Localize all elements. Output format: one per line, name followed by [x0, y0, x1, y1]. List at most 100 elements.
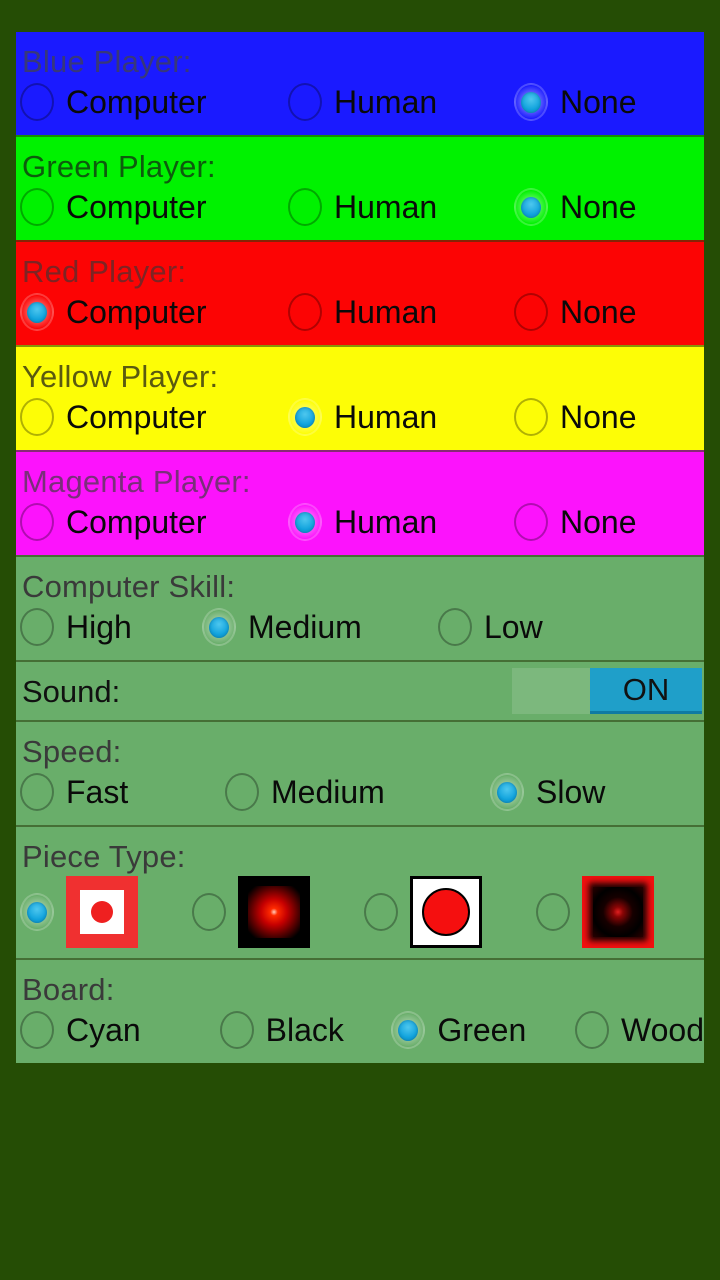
radio-icon-unselected[interactable]	[514, 503, 548, 541]
piece-swatch-red-square-black-bevel[interactable]	[582, 876, 654, 948]
yellow-player-title: Yellow Player:	[22, 359, 219, 394]
piece-type-option-2[interactable]	[192, 876, 364, 948]
sound-label: Sound:	[22, 673, 121, 709]
radio-icon-unselected[interactable]	[514, 293, 548, 331]
option-label: Human	[334, 189, 438, 225]
board-option-wood[interactable]: Wood	[574, 1011, 704, 1049]
radio-icon-unselected[interactable]	[20, 503, 54, 541]
piece-type-option-4[interactable]	[536, 876, 654, 948]
piece-swatch-red-square-white-inset-dot[interactable]	[66, 876, 138, 948]
radio-icon-unselected[interactable]	[536, 893, 570, 931]
yellow-player-option-none[interactable]: None	[514, 398, 637, 436]
group-board: Board: Cyan Black Green Wood	[16, 958, 704, 1063]
option-label: High	[66, 609, 132, 645]
yellow-player-option-computer[interactable]: Computer	[20, 398, 288, 436]
radio-icon-unselected[interactable]	[20, 608, 54, 646]
green-player-option-computer[interactable]: Computer	[20, 188, 288, 226]
green-player-option-none[interactable]: None	[514, 188, 637, 226]
speed-option-slow[interactable]: Slow	[490, 773, 605, 811]
blue-player-option-none[interactable]: None	[514, 83, 637, 121]
piece-type-option-3[interactable]	[364, 876, 536, 948]
radio-icon-selected[interactable]	[514, 188, 548, 226]
group-sound: Sound: ON	[16, 660, 704, 720]
radio-icon-unselected[interactable]	[288, 83, 322, 121]
settings-panel: Blue Player: Computer Human None Green P…	[16, 32, 704, 1063]
radio-icon-unselected[interactable]	[20, 398, 54, 436]
radio-icon-unselected[interactable]	[288, 293, 322, 331]
magenta-player-option-human[interactable]: Human	[288, 503, 514, 541]
computer-skill-title: Computer Skill:	[22, 569, 236, 604]
radio-icon-selected[interactable]	[288, 398, 322, 436]
radio-icon-unselected[interactable]	[20, 83, 54, 121]
radio-icon-unselected[interactable]	[574, 1011, 609, 1049]
radio-icon-selected[interactable]	[391, 1011, 426, 1049]
computer-skill-option-low[interactable]: Low	[438, 608, 543, 646]
board-option-black[interactable]: Black	[219, 1011, 392, 1049]
radio-icon-unselected[interactable]	[20, 188, 54, 226]
radio-icon-unselected[interactable]	[20, 1011, 54, 1049]
blue-player-option-human[interactable]: Human	[288, 83, 514, 121]
red-player-option-none[interactable]: None	[514, 293, 637, 331]
computer-skill-option-medium[interactable]: Medium	[202, 608, 438, 646]
board-title: Board:	[22, 972, 115, 1007]
piece-type-option-1[interactable]	[20, 876, 192, 948]
option-label: Wood	[620, 1012, 704, 1048]
green-player-options: Computer Human None	[16, 182, 704, 240]
sound-toggle-switch[interactable]: ON	[512, 668, 702, 714]
switch-thumb[interactable]: ON	[590, 668, 702, 714]
blue-player-options: Computer Human None	[16, 77, 704, 135]
speed-option-fast[interactable]: Fast	[20, 773, 225, 811]
switch-state-label: ON	[622, 672, 670, 707]
option-label: Green	[437, 1012, 527, 1048]
red-player-options: Computer Human None	[16, 287, 704, 345]
radio-icon-selected[interactable]	[288, 503, 322, 541]
group-red-player: Red Player: Computer Human None	[16, 240, 704, 345]
green-player-title: Green Player:	[22, 149, 216, 184]
board-option-cyan[interactable]: Cyan	[20, 1011, 220, 1049]
red-player-option-computer[interactable]: Computer	[20, 293, 288, 331]
radio-icon-selected[interactable]	[490, 773, 524, 811]
blue-player-title: Blue Player:	[22, 44, 192, 79]
radio-icon-unselected[interactable]	[192, 893, 226, 931]
speed-option-medium[interactable]: Medium	[225, 773, 490, 811]
option-label: None	[560, 294, 637, 330]
radio-icon-unselected[interactable]	[364, 893, 398, 931]
piece-swatch-white-square-red-circle[interactable]	[410, 876, 482, 948]
radio-icon-unselected[interactable]	[438, 608, 472, 646]
settings-screen: Blue Player: Computer Human None Green P…	[0, 0, 720, 1280]
option-label: None	[560, 84, 637, 120]
radio-icon-unselected[interactable]	[219, 1011, 254, 1049]
group-speed: Speed: Fast Medium Slow	[16, 720, 704, 825]
option-label: Fast	[66, 774, 129, 810]
option-label: Human	[334, 504, 438, 540]
radio-icon-selected[interactable]	[514, 83, 548, 121]
magenta-player-option-computer[interactable]: Computer	[20, 503, 288, 541]
radio-icon-unselected[interactable]	[20, 773, 54, 811]
piece-swatch-black-square-red-glow[interactable]	[238, 876, 310, 948]
red-player-option-human[interactable]: Human	[288, 293, 514, 331]
blue-player-option-computer[interactable]: Computer	[20, 83, 288, 121]
computer-skill-option-high[interactable]: High	[20, 608, 202, 646]
yellow-player-option-human[interactable]: Human	[288, 398, 514, 436]
radio-icon-unselected[interactable]	[225, 773, 259, 811]
radio-icon-selected[interactable]	[20, 893, 54, 931]
group-green-player: Green Player: Computer Human None	[16, 135, 704, 240]
group-magenta-player: Magenta Player: Computer Human None	[16, 450, 704, 555]
radio-icon-unselected[interactable]	[288, 188, 322, 226]
option-label: None	[560, 504, 637, 540]
option-label: Human	[334, 84, 438, 120]
option-label: None	[560, 399, 637, 435]
board-option-green[interactable]: Green	[391, 1011, 575, 1049]
option-label: Human	[334, 399, 438, 435]
green-player-option-human[interactable]: Human	[288, 188, 514, 226]
option-label: None	[560, 189, 637, 225]
magenta-player-title: Magenta Player:	[22, 464, 251, 499]
option-label: Computer	[66, 294, 207, 330]
radio-icon-selected[interactable]	[202, 608, 236, 646]
option-label: Computer	[66, 189, 207, 225]
magenta-player-option-none[interactable]: None	[514, 503, 637, 541]
radio-icon-selected[interactable]	[20, 293, 54, 331]
piece-type-options	[16, 872, 704, 958]
computer-skill-options: High Medium Low	[16, 602, 704, 660]
radio-icon-unselected[interactable]	[514, 398, 548, 436]
